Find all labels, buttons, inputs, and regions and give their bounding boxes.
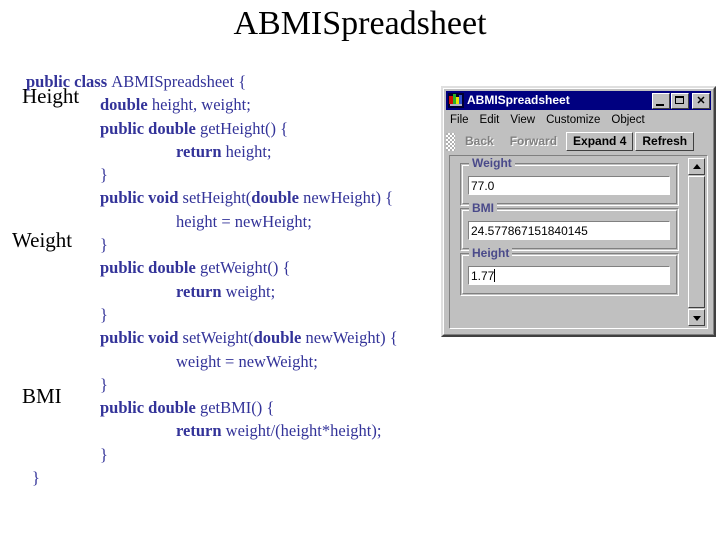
bmi-label: BMI: [469, 202, 497, 215]
menu-item-customize[interactable]: Customize: [546, 111, 600, 130]
code-line: public double getBMI() {: [26, 396, 496, 419]
client-area: Weight 77.0 BMI 24.577867151840145 Heigh…: [449, 155, 708, 329]
code-line: height = newHeight;: [26, 210, 496, 233]
menu-item-view[interactable]: View: [510, 111, 535, 130]
code-keyword: return: [176, 141, 226, 161]
code-keyword: public class: [26, 72, 112, 91]
code-keyword: return: [176, 421, 226, 441]
page-title: ABMISpreadsheet: [233, 5, 487, 42]
text-caret: [494, 269, 496, 282]
scrollbar-thumb[interactable]: [688, 176, 705, 308]
expand-button[interactable]: Expand 4: [566, 132, 634, 151]
code-line: weight = newWeight;: [26, 350, 496, 373]
scroll-down-icon[interactable]: [688, 309, 705, 326]
code-keyword: double: [251, 188, 304, 208]
forward-button[interactable]: Forward: [502, 132, 565, 151]
bmi-group: BMI 24.577867151840145: [460, 202, 679, 251]
menu-item-object[interactable]: Object: [611, 111, 644, 130]
code-text: }: [100, 165, 108, 185]
code-text: ABMISpreadsheet {: [111, 72, 247, 91]
code-text: }: [32, 468, 40, 488]
code-line: return height;: [26, 140, 496, 163]
app-window-frame: ABMISpreadsheet ✕ File Edit View Customi…: [443, 88, 714, 335]
code-line: public class ABMISpreadsheet {: [26, 70, 496, 93]
code-keyword: public double: [100, 118, 200, 138]
code-text: getBMI() {: [199, 398, 275, 418]
code-keyword: public double: [100, 398, 200, 418]
code-line: }: [26, 303, 496, 326]
height-input[interactable]: 1.77: [468, 266, 670, 285]
weight-group: Weight 77.0: [460, 158, 679, 206]
minimize-icon[interactable]: [652, 92, 670, 109]
height-value: 1.77: [471, 268, 495, 283]
height-label: Height: [469, 247, 513, 260]
weight-value: 77.0: [471, 178, 495, 193]
code-keyword: public double: [100, 258, 200, 278]
menu-bar: File Edit View Customize Object: [446, 111, 711, 130]
java-app-icon: [448, 93, 464, 108]
toolbar-grip-handle[interactable]: [446, 132, 455, 151]
code-line: public void setWeight(double newWeight) …: [26, 326, 496, 349]
fields-panel: Weight 77.0 BMI 24.577867151840145 Heigh…: [452, 158, 685, 326]
code-text: newHeight) {: [303, 188, 394, 208]
code-keyword: double: [100, 95, 152, 115]
weight-input[interactable]: 77.0: [468, 176, 670, 195]
window-title-bar[interactable]: ABMISpreadsheet ✕: [446, 91, 711, 110]
close-icon[interactable]: ✕: [692, 92, 710, 109]
code-line: public void setHeight(double newHeight) …: [26, 186, 496, 209]
menu-item-edit[interactable]: Edit: [480, 111, 500, 130]
code-text: setHeight(: [182, 188, 252, 208]
code-listing: public class ABMISpreadsheet {double hei…: [26, 70, 496, 489]
weight-label: Weight: [469, 158, 515, 170]
code-line: }: [26, 443, 496, 466]
code-text: }: [100, 235, 108, 255]
code-line: }: [26, 466, 496, 489]
scrollbar-track[interactable]: [688, 175, 705, 309]
code-line: }: [26, 163, 496, 186]
code-text: height, weight;: [151, 95, 251, 115]
toolbar: Back Forward Expand 4 Refresh: [446, 131, 711, 152]
code-text: getWeight() {: [199, 258, 291, 278]
code-text: }: [100, 304, 108, 324]
bmi-value: 24.577867151840145: [471, 223, 588, 238]
code-keyword: double: [253, 328, 306, 348]
code-text: weight = newWeight;: [176, 351, 318, 371]
code-line: }: [26, 373, 496, 396]
code-keyword: public void: [100, 328, 183, 348]
code-text: weight/(height*height);: [225, 421, 382, 441]
menu-item-file[interactable]: File: [450, 111, 469, 130]
code-text: height;: [225, 141, 272, 161]
code-text: }: [100, 374, 108, 394]
refresh-button[interactable]: Refresh: [635, 132, 695, 151]
scroll-pane: Weight 77.0 BMI 24.577867151840145 Heigh…: [452, 158, 705, 326]
code-line: return weight;: [26, 280, 496, 303]
code-text: setWeight(: [182, 328, 254, 348]
code-keyword: public void: [100, 188, 183, 208]
code-line: double height, weight;: [26, 93, 496, 116]
window-title: ABMISpreadsheet: [467, 93, 570, 107]
code-text: height = newHeight;: [176, 211, 312, 231]
vertical-scrollbar[interactable]: [688, 158, 705, 326]
code-text: newWeight) {: [305, 328, 398, 348]
height-group: Height 1.77: [460, 247, 679, 296]
code-text: weight;: [225, 281, 276, 301]
code-line: public double getWeight() {: [26, 256, 496, 279]
app-window: ABMISpreadsheet ✕ File Edit View Customi…: [441, 86, 716, 337]
code-line: }: [26, 233, 496, 256]
code-keyword: return: [176, 281, 226, 301]
code-line: return weight/(height*height);: [26, 419, 496, 442]
code-line: public double getHeight() {: [26, 117, 496, 140]
back-button[interactable]: Back: [458, 132, 501, 151]
maximize-icon[interactable]: [671, 92, 689, 109]
bmi-input[interactable]: 24.577867151840145: [468, 221, 670, 240]
scroll-up-icon[interactable]: [688, 158, 705, 175]
code-text: }: [100, 444, 108, 464]
code-text: getHeight() {: [199, 118, 289, 138]
